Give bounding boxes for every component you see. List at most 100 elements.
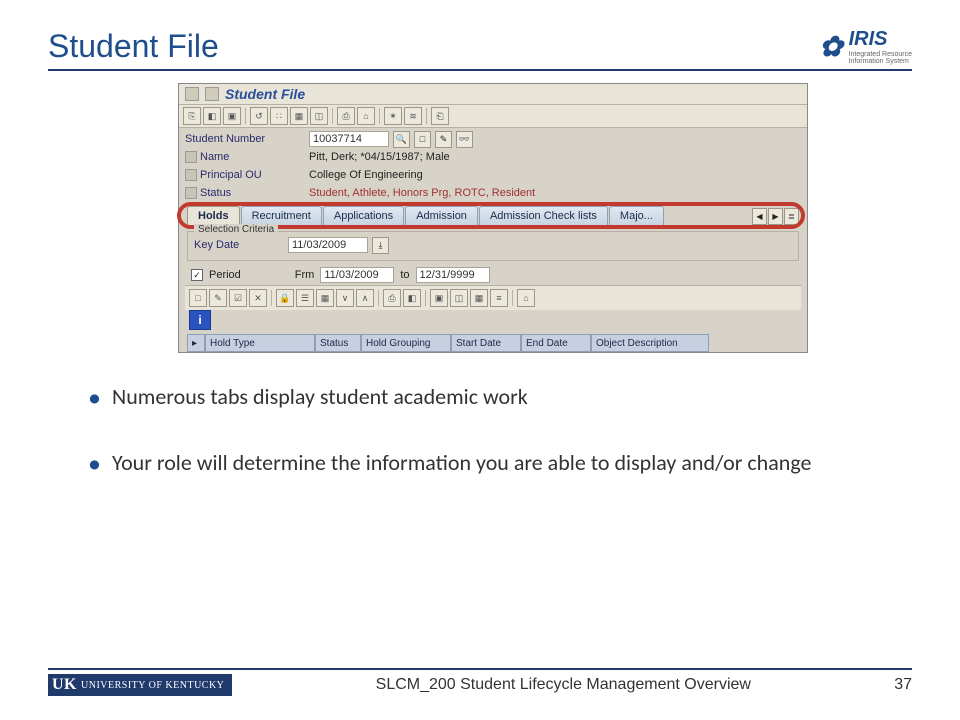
tab-holds[interactable]: Holds — [187, 206, 240, 225]
grid-btn[interactable]: 🔒 — [276, 289, 294, 307]
tab-majors-truncated[interactable]: Majo... — [609, 206, 664, 225]
toolbar-separator — [425, 290, 426, 306]
slide-footer: UK UNIVERSITY OF KENTUCKY SLCM_200 Stude… — [48, 668, 912, 696]
toolbar-btn[interactable]: ◫ — [310, 107, 328, 125]
grid-btn[interactable]: ☰ — [296, 289, 314, 307]
col-start-date[interactable]: Start Date — [451, 334, 521, 352]
toolbar-btn[interactable]: ⌂ — [357, 107, 375, 125]
status-value: Student, Athlete, Honors Prg, ROTC, Resi… — [309, 187, 535, 199]
grid-btn[interactable]: ◧ — [403, 289, 421, 307]
grid-btn[interactable]: ✎ — [209, 289, 227, 307]
iris-logo-sub1: Integrated Resource — [849, 51, 912, 58]
tab-scroll-left-icon[interactable]: ◀ — [752, 208, 767, 225]
col-hold-grouping[interactable]: Hold Grouping — [361, 334, 451, 352]
grid-btn[interactable]: ▦ — [316, 289, 334, 307]
toolbar-separator — [379, 108, 380, 124]
toolbar-btn[interactable]: ▦ — [290, 107, 308, 125]
selection-criteria-group: Selection Criteria Key Date 11/03/2009 ⤓ — [187, 231, 799, 261]
name-value: Pitt, Derk; *04/15/1987; Male — [309, 151, 450, 163]
sap-titlebar: Student File — [179, 84, 807, 105]
info-icon[interactable]: i — [189, 310, 211, 330]
row-principal-ou: Principal OU College Of Engineering — [185, 166, 801, 184]
glasses-icon[interactable]: 👓 — [456, 131, 473, 148]
from-label: Frm — [295, 269, 315, 281]
toolbar-btn[interactable]: ⎗ — [431, 107, 449, 125]
sap-main-toolbar: ⎘ ◧ ▣ ↺ ∷ ▦ ◫ ⎙ ⌂ ✶ ≋ ⎗ — [179, 105, 807, 128]
col-hold-type[interactable]: Hold Type — [205, 334, 315, 352]
tabs-wrapper: Holds Recruitment Applications Admission… — [185, 206, 801, 225]
grid-btn[interactable]: ▣ — [430, 289, 448, 307]
create-icon[interactable]: □ — [414, 131, 431, 148]
holds-grid-header: ▸ Hold Type Status Hold Grouping Start D… — [187, 334, 799, 352]
grid-btn[interactable]: ☑ — [229, 289, 247, 307]
toolbar-btn[interactable]: ✶ — [384, 107, 402, 125]
toolbar-btn[interactable]: ↺ — [250, 107, 268, 125]
toolbar-btn[interactable]: ∷ — [270, 107, 288, 125]
toolbar-btn[interactable]: ▣ — [223, 107, 241, 125]
toolbar-btn[interactable]: ≋ — [404, 107, 422, 125]
name-label: Name — [185, 151, 305, 163]
principal-ou-value: College Of Engineering — [309, 169, 423, 181]
tab-admission-check-lists[interactable]: Admission Check lists — [479, 206, 608, 225]
tab-admission[interactable]: Admission — [405, 206, 478, 225]
from-date-input[interactable]: 11/03/2009 — [320, 267, 394, 283]
selection-criteria-label: Selection Criteria — [194, 224, 278, 235]
grid-btn[interactable]: ∧ — [356, 289, 374, 307]
iris-logo-sub2: Information System — [849, 58, 912, 65]
row-name: Name Pitt, Derk; *04/15/1987; Male — [185, 148, 801, 166]
slide-header: Student File ✿ IRIS Integrated Resource … — [48, 28, 912, 71]
edit-icon[interactable]: ✎ — [435, 131, 452, 148]
to-label: to — [400, 269, 409, 281]
toolbar-btn[interactable]: ◧ — [203, 107, 221, 125]
info-button-row: i — [185, 310, 801, 334]
sap-tabstrip: Holds Recruitment Applications Admission… — [185, 206, 801, 225]
status-label: Status — [185, 187, 305, 199]
toolbar-separator — [332, 108, 333, 124]
execute-icon[interactable]: ⤓ — [372, 237, 389, 254]
col-object-description[interactable]: Object Description — [591, 334, 709, 352]
grid-btn[interactable]: ⌂ — [517, 289, 535, 307]
grid-btn[interactable]: ∨ — [336, 289, 354, 307]
toolbar-separator — [378, 290, 379, 306]
uk-logo: UK UNIVERSITY OF KENTUCKY — [48, 674, 232, 696]
grid-btn[interactable]: ✕ — [249, 289, 267, 307]
toolbar-btn[interactable]: ⎙ — [337, 107, 355, 125]
tab-list-icon[interactable]: ≣ — [784, 208, 799, 225]
student-number-label: Student Number — [185, 133, 305, 145]
key-date-label: Key Date — [194, 239, 284, 251]
toolbar-btn[interactable]: ⎘ — [183, 107, 201, 125]
uk-logo-prefix: UK — [52, 676, 77, 694]
grid-btn[interactable]: ⎙ — [383, 289, 401, 307]
row-period: ✓ Period Frm 11/03/2009 to 12/31/9999 — [185, 265, 801, 285]
row-status: Status Student, Athlete, Honors Prg, ROT… — [185, 184, 801, 202]
student-number-input[interactable]: 10037714 — [309, 131, 389, 147]
title-icon-2[interactable] — [205, 87, 219, 101]
tab-scroll-right-icon[interactable]: ▶ — [768, 208, 783, 225]
tab-recruitment[interactable]: Recruitment — [241, 206, 322, 225]
grid-btn[interactable]: ▦ — [470, 289, 488, 307]
to-date-input[interactable]: 12/31/9999 — [416, 267, 490, 283]
principal-ou-label: Principal OU — [185, 169, 305, 181]
search-help-icon[interactable]: 🔍 — [393, 131, 410, 148]
sap-form-area: Student Number 10037714 🔍 □ ✎ 👓 Name Pit… — [179, 128, 807, 352]
page-number: 37 — [894, 676, 912, 694]
grid-btn[interactable]: □ — [189, 289, 207, 307]
row-student-number: Student Number 10037714 🔍 □ ✎ 👓 — [185, 130, 801, 148]
row-selector-icon[interactable]: ▸ — [187, 334, 205, 352]
iris-logo-text: IRIS — [849, 28, 888, 50]
tab-applications[interactable]: Applications — [323, 206, 404, 225]
col-status[interactable]: Status — [315, 334, 361, 352]
toolbar-separator — [245, 108, 246, 124]
person-icon — [185, 151, 197, 163]
toolbar-separator — [426, 108, 427, 124]
grid-btn[interactable]: ◫ — [450, 289, 468, 307]
status-icon — [185, 187, 197, 199]
grid-btn[interactable]: ≡ — [490, 289, 508, 307]
period-checkbox[interactable]: ✓ — [191, 269, 203, 281]
title-icon-1[interactable] — [185, 87, 199, 101]
iris-flower-icon: ✿ — [819, 30, 842, 63]
key-date-input[interactable]: 11/03/2009 — [288, 237, 368, 253]
col-end-date[interactable]: End Date — [521, 334, 591, 352]
toolbar-separator — [271, 290, 272, 306]
bullet-item: Your role will determine the information… — [88, 449, 912, 477]
